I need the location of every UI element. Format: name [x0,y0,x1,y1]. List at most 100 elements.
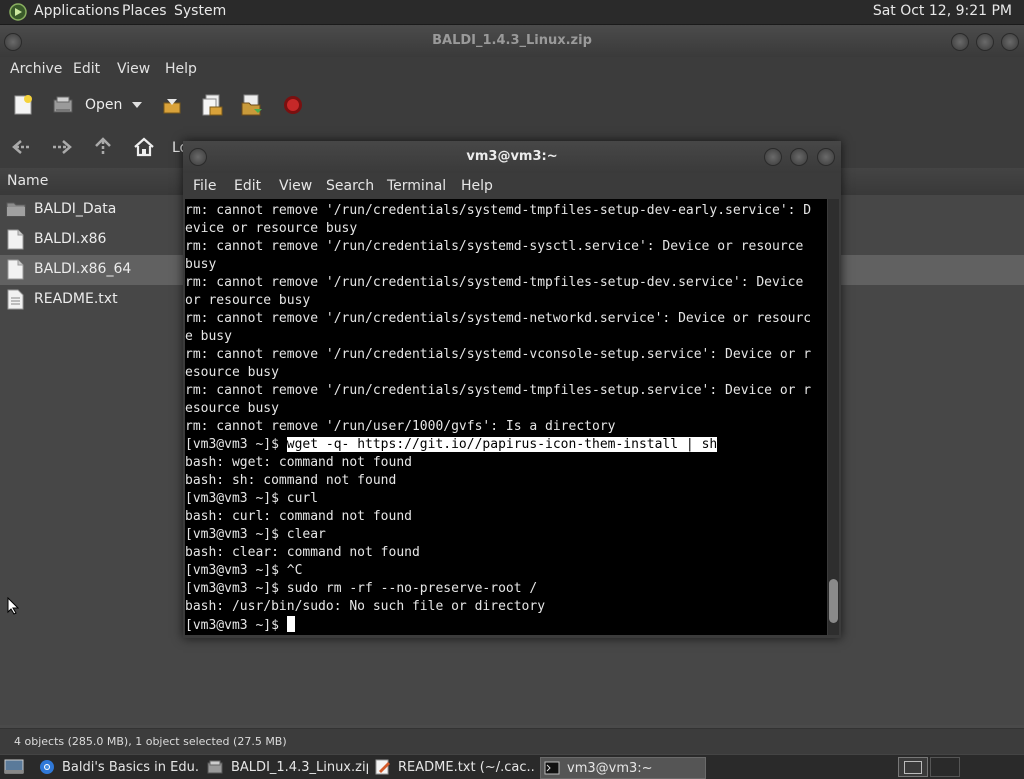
terminal-line: esource busy [185,401,279,416]
terminal-prompt: [vm3@vm3 ~]$ [185,437,287,452]
open-button-label[interactable]: Open [85,97,122,113]
places-menu[interactable]: Places [122,3,167,19]
terminal-maximize-button[interactable] [790,148,808,166]
terminal-window[interactable]: vm3@vm3:~ File Edit View Search Terminal… [183,141,841,638]
top-panel: Applications Places System Sat Oct 12, 9… [0,0,1024,25]
task-terminal[interactable]: vm3@vm3:~ [540,757,706,779]
menu-archive[interactable]: Archive [10,61,62,77]
file-icon [7,229,24,250]
terminal-line: rm: cannot remove '/run/credentials/syst… [185,203,812,218]
file-icon [7,259,24,280]
terminal-scrollbar[interactable] [828,199,839,635]
terminal-line: [vm3@vm3 ~]$ sudo rm -rf --no-preserve-r… [185,581,538,596]
minimize-button[interactable] [951,33,969,51]
close-button[interactable] [1001,33,1019,51]
menu-edit[interactable]: Edit [73,61,100,77]
file-name: BALDI_Data [34,201,117,217]
file-name: BALDI.x86 [34,231,107,247]
terminal-line: rm: cannot remove '/run/credentials/syst… [185,311,812,326]
add-files-icon[interactable] [200,93,224,117]
terminal-line: rm: cannot remove '/run/credentials/syst… [185,383,812,398]
archive-window-titlebar[interactable]: BALDI_1.4.3_Linux.zip [0,25,1024,57]
terminal-line: evice or resource busy [185,221,358,236]
file-name: README.txt [34,291,118,307]
terminal-line: e busy [185,329,232,344]
up-icon[interactable] [93,136,113,158]
add-folder-icon[interactable] [240,93,264,117]
applications-menu-icon[interactable] [9,3,27,21]
archive-window-title: BALDI_1.4.3_Linux.zip [432,33,592,48]
menu-view[interactable]: View [117,61,150,77]
file-name: BALDI.x86_64 [34,261,132,277]
home-icon[interactable] [133,136,155,158]
terminal-icon [544,760,560,776]
open-archive-icon[interactable] [52,94,74,116]
menu-help[interactable]: Help [165,61,197,77]
text-editor-icon [375,759,391,775]
text-file-icon [7,289,24,310]
archive-menubar: Archive Edit View Help [0,57,1024,83]
terminal-menu-terminal[interactable]: Terminal [387,178,446,194]
task-label: Baldi's Basics in Edu... [62,760,200,775]
terminal-menu-file[interactable]: File [193,178,216,194]
show-desktop-icon[interactable] [4,758,24,776]
extract-icon[interactable] [161,95,183,117]
task-label: vm3@vm3:~ [567,761,653,776]
workspace-switcher-1[interactable] [898,757,928,777]
task-label: README.txt (~/.cac... [398,760,536,775]
terminal-line: rm: cannot remove '/run/credentials/syst… [185,239,804,254]
stop-icon[interactable] [283,95,303,115]
terminal-line: [vm3@vm3 ~]$ curl [185,491,319,506]
system-menu[interactable]: System [174,3,226,19]
terminal-minimize-button[interactable] [764,148,782,166]
maximize-button[interactable] [976,33,994,51]
terminal-line: bash: /usr/bin/sudo: No such file or dir… [185,599,546,614]
terminal-title: vm3@vm3:~ [466,149,558,164]
terminal-menu-search[interactable]: Search [326,178,374,194]
terminal-line: bash: clear: command not found [185,545,420,560]
terminal-close-button[interactable] [817,148,835,166]
open-dropdown-arrow-icon[interactable] [131,101,143,109]
terminal-menu-view[interactable]: View [279,178,312,194]
task-text-editor[interactable]: README.txt (~/.cac... [372,757,536,777]
status-text: 4 objects (285.0 MB), 1 object selected … [14,735,287,748]
terminal-line: rm: cannot remove '/run/credentials/syst… [185,275,804,290]
archive-toolbar: Open [0,83,1024,129]
taskbar: Baldi's Basics in Edu... BALDI_1.4.3_Lin… [0,754,1024,779]
terminal-line: esource busy [185,365,279,380]
terminal-cursor [286,616,295,632]
chrome-icon [39,759,55,775]
workspace-switcher-2[interactable] [930,757,960,777]
clock[interactable]: Sat Oct 12, 9:21 PM [873,3,1012,19]
terminal-prompt: [vm3@vm3 ~]$ [185,618,287,633]
mouse-pointer-icon [7,597,19,615]
terminal-line: [vm3@vm3 ~]$ clear [185,527,326,542]
terminal-menu-help[interactable]: Help [461,178,493,194]
folder-icon [6,200,26,218]
terminal-line: bash: curl: command not found [185,509,412,524]
terminal-line: [vm3@vm3 ~]$ ^C [185,563,303,578]
terminal-screen[interactable]: rm: cannot remove '/run/credentials/syst… [185,199,827,635]
new-archive-icon[interactable] [12,94,34,116]
status-bar: 4 objects (285.0 MB), 1 object selected … [0,728,1024,755]
terminal-output: rm: cannot remove '/run/credentials/syst… [185,199,827,635]
terminal-line: busy [185,257,217,272]
terminal-line: or resource busy [185,293,311,308]
column-name-header[interactable]: Name [7,173,48,189]
terminal-line: rm: cannot remove '/run/user/1000/gvfs':… [185,419,616,434]
forward-icon[interactable] [51,138,73,156]
terminal-line: rm: cannot remove '/run/credentials/syst… [185,347,812,362]
terminal-menu-edit[interactable]: Edit [234,178,261,194]
terminal-line: bash: sh: command not found [185,473,397,488]
terminal-line: bash: wget: command not found [185,455,412,470]
terminal-menubar: File Edit View Search Terminal Help [183,173,841,199]
terminal-titlebar[interactable]: vm3@vm3:~ [183,141,841,173]
task-browser[interactable]: Baldi's Basics in Edu... [36,757,200,777]
applications-menu[interactable]: Applications [34,3,120,19]
back-icon[interactable] [11,138,33,156]
task-archive-manager[interactable]: BALDI_1.4.3_Linux.zip [204,757,368,777]
highlighted-command[interactable]: wget -q- https://git.io//papirus-icon-th… [286,437,718,452]
task-label: BALDI_1.4.3_Linux.zip [231,760,368,775]
terminal-scrollbar-thumb[interactable] [829,579,838,623]
archive-icon [207,759,223,775]
